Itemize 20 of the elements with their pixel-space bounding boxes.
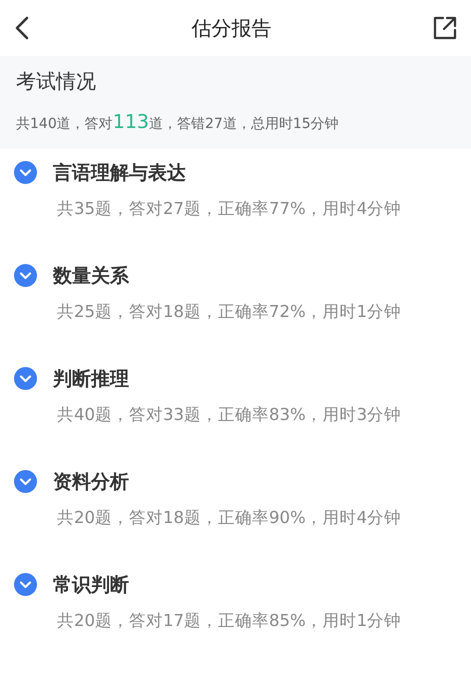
category-title: 常识判断: [53, 572, 129, 598]
expand-icon[interactable]: [14, 367, 37, 390]
share-icon[interactable]: [433, 16, 457, 40]
expand-icon[interactable]: [14, 573, 37, 596]
category-stats: 共25题，答对18题，正确率72%，用时1分钟: [57, 301, 402, 323]
category-stats: 共35题，答对27题，正确率77%，用时4分钟: [57, 198, 402, 220]
summary-text: 共140道，答对113道，答错27道，总用时15分钟: [16, 110, 340, 135]
expand-icon[interactable]: [14, 470, 37, 494]
expand-icon[interactable]: [14, 161, 37, 184]
category-title: 判断推理: [53, 366, 129, 392]
category-title: 数量关系: [53, 264, 129, 288]
category-stats: 共20题，答对17题，正确率85%，用时1分钟: [57, 610, 402, 632]
category-title: 言语理解与表达: [53, 160, 186, 186]
section-heading: 考试情况: [16, 68, 97, 95]
category-stats: 共40题，答对33题，正确率83%，用时3分钟: [57, 404, 402, 426]
category-title: 资料分析: [53, 470, 129, 494]
expand-icon[interactable]: [14, 264, 37, 288]
category-stats: 共20题，答对18题，正确率90%，用时4分钟: [57, 507, 402, 529]
page-title: 估分报告: [192, 15, 272, 42]
back-icon[interactable]: [14, 16, 30, 40]
